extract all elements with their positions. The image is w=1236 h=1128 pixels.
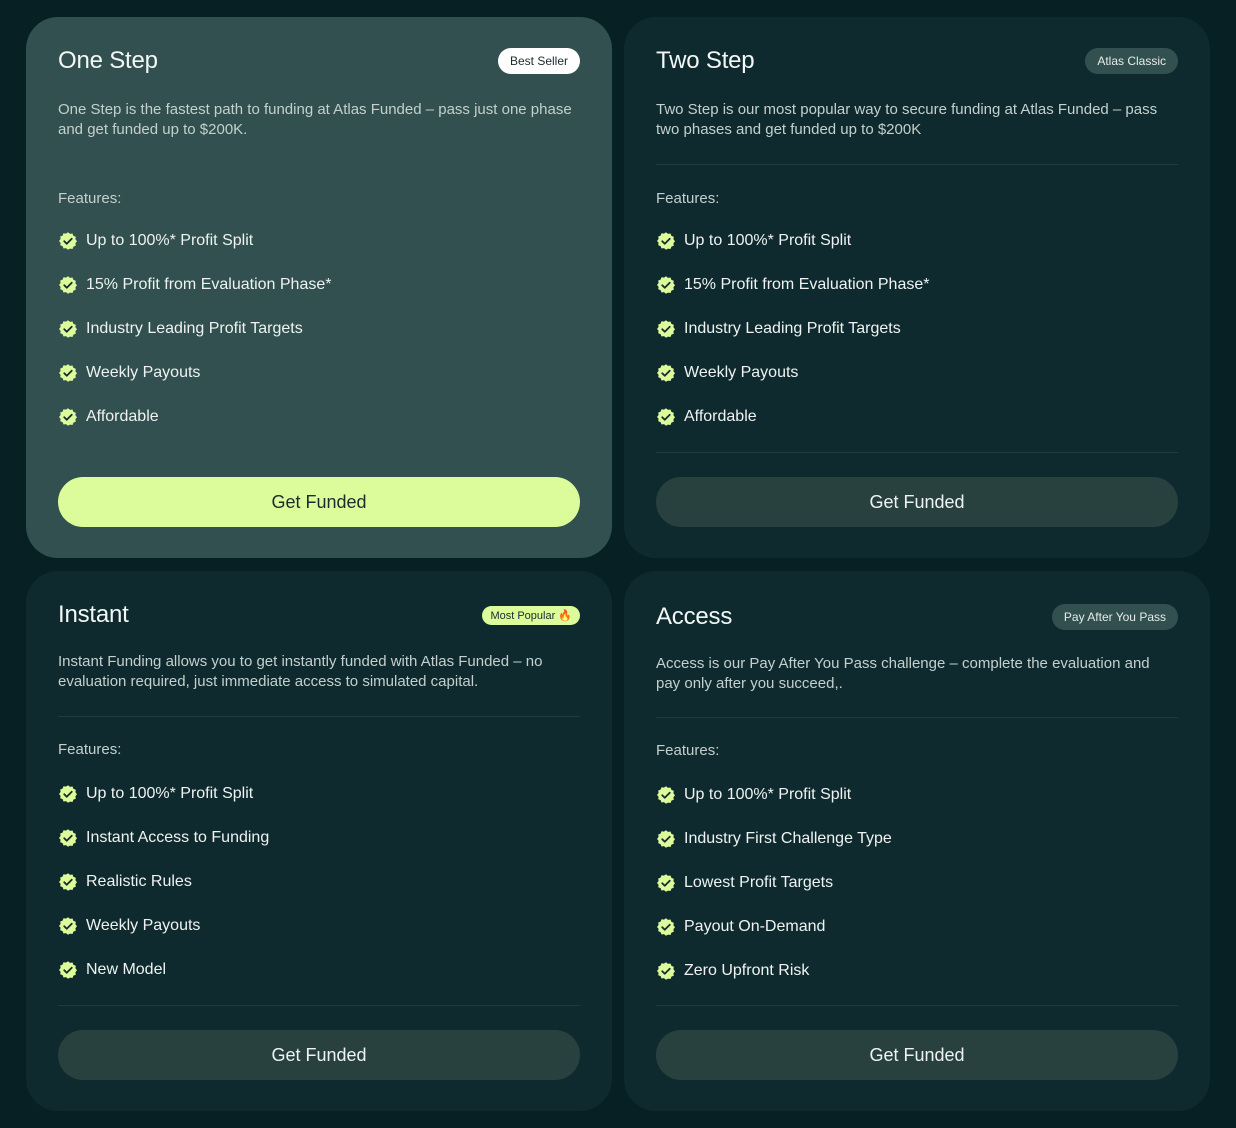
get-funded-button[interactable]: Get Funded <box>58 1030 580 1080</box>
feature-item: Weekly Payouts <box>58 363 200 383</box>
features-label: Features: <box>58 190 122 207</box>
feature-text: Industry First Challenge Type <box>684 830 892 847</box>
feature-item: Instant Access to Funding <box>58 828 269 848</box>
feature-text: Lowest Profit Targets <box>684 874 834 891</box>
divider <box>656 717 1178 718</box>
feature-item: Realistic Rules <box>58 872 192 892</box>
feature-item: Industry Leading Profit Targets <box>656 319 901 339</box>
plan-title: Instant <box>58 601 129 628</box>
feature-item: Up to 100%* Profit Split <box>58 231 253 251</box>
feature-text: Affordable <box>684 408 757 425</box>
feature-item: Affordable <box>656 407 757 427</box>
plan-title: One Step <box>58 47 158 74</box>
plan-badge: Best Seller <box>497 48 580 74</box>
feature-item: Lowest Profit Targets <box>656 873 833 893</box>
feature-text: Weekly Payouts <box>86 917 201 934</box>
feature-item: New Model <box>58 960 166 980</box>
badge-check-icon <box>657 918 675 936</box>
divider <box>656 452 1178 453</box>
feature-text: Up to 100%* Profit Split <box>684 232 852 249</box>
feature-item: Zero Upfront Risk <box>656 961 809 981</box>
feature-item: Up to 100%* Profit Split <box>656 785 851 805</box>
badge-check-icon <box>59 961 77 979</box>
feature-text: Weekly Payouts <box>684 364 799 381</box>
badge-check-icon <box>657 786 675 804</box>
badge-check-icon <box>59 785 77 803</box>
feature-item: Weekly Payouts <box>58 916 200 936</box>
feature-text: Up to 100%* Profit Split <box>86 232 254 249</box>
feature-item: 15% Profit from Evaluation Phase* <box>656 275 929 295</box>
feature-text: Weekly Payouts <box>86 364 201 381</box>
plan-card-two-step: Two Step Atlas Classic Two Step is our m… <box>624 17 1210 558</box>
plan-description: Access is our Pay After You Pass challen… <box>656 655 1150 692</box>
get-funded-button[interactable]: Get Funded <box>656 477 1178 527</box>
feature-text: Affordable <box>86 408 159 425</box>
plan-card-access: Access Pay After You Pass Access is our … <box>624 571 1210 1111</box>
feature-text: Industry Leading Profit Targets <box>86 320 303 337</box>
badge-check-icon <box>59 408 77 426</box>
badge-check-icon <box>657 364 675 382</box>
plan-description: Instant Funding allows you to get instan… <box>58 653 543 690</box>
badge-check-icon <box>59 873 77 891</box>
feature-item: Up to 100%* Profit Split <box>656 231 851 251</box>
plan-card-one-step: One Step Best Seller One Step is the fas… <box>26 17 612 558</box>
feature-text: Up to 100%* Profit Split <box>684 786 852 803</box>
feature-item: Industry Leading Profit Targets <box>58 319 303 339</box>
feature-text: Realistic Rules <box>86 873 192 890</box>
plan-card-instant: Instant Most Popular 🔥 Instant Funding a… <box>26 571 612 1111</box>
plan-description: One Step is the fastest path to funding … <box>58 101 572 138</box>
features-label: Features: <box>656 742 720 759</box>
plan-title: Two Step <box>656 47 755 74</box>
feature-item: Affordable <box>58 407 159 427</box>
feature-item: Industry First Challenge Type <box>656 829 892 849</box>
plan-badge: Atlas Classic <box>1085 48 1178 74</box>
feature-text: 15% Profit from Evaluation Phase* <box>684 276 930 293</box>
badge-check-icon <box>657 232 675 250</box>
badge-check-icon <box>657 320 675 338</box>
features-label: Features: <box>58 741 122 758</box>
divider <box>58 1005 580 1006</box>
badge-check-icon <box>657 276 675 294</box>
divider <box>656 164 1178 165</box>
badge-check-icon <box>59 364 77 382</box>
divider <box>656 1005 1178 1006</box>
get-funded-button[interactable]: Get Funded <box>58 477 580 527</box>
badge-check-icon <box>59 320 77 338</box>
get-funded-button[interactable]: Get Funded <box>656 1030 1178 1080</box>
feature-text: 15% Profit from Evaluation Phase* <box>86 276 332 293</box>
feature-item: 15% Profit from Evaluation Phase* <box>58 275 331 295</box>
feature-text: Instant Access to Funding <box>86 829 270 846</box>
badge-check-icon <box>657 408 675 426</box>
feature-item: Weekly Payouts <box>656 363 798 383</box>
feature-text: Up to 100%* Profit Split <box>86 785 254 802</box>
badge-check-icon <box>59 232 77 250</box>
feature-item: Up to 100%* Profit Split <box>58 784 253 804</box>
feature-text: New Model <box>86 961 167 978</box>
feature-text: Payout On-Demand <box>684 918 826 935</box>
badge-check-icon <box>59 917 77 935</box>
plan-badge: Most Popular 🔥 <box>482 605 580 625</box>
plan-title: Access <box>656 603 733 630</box>
plan-badge: Pay After You Pass <box>1051 604 1178 630</box>
features-label: Features: <box>656 190 720 207</box>
plan-description: Two Step is our most popular way to secu… <box>656 101 1158 138</box>
badge-check-icon <box>59 829 77 847</box>
feature-item: Payout On-Demand <box>656 917 825 937</box>
badge-check-icon <box>657 962 675 980</box>
divider <box>58 716 580 717</box>
feature-text: Industry Leading Profit Targets <box>684 320 901 337</box>
feature-text: Zero Upfront Risk <box>684 962 810 979</box>
badge-check-icon <box>59 276 77 294</box>
badge-check-icon <box>657 830 675 848</box>
badge-check-icon <box>657 874 675 892</box>
